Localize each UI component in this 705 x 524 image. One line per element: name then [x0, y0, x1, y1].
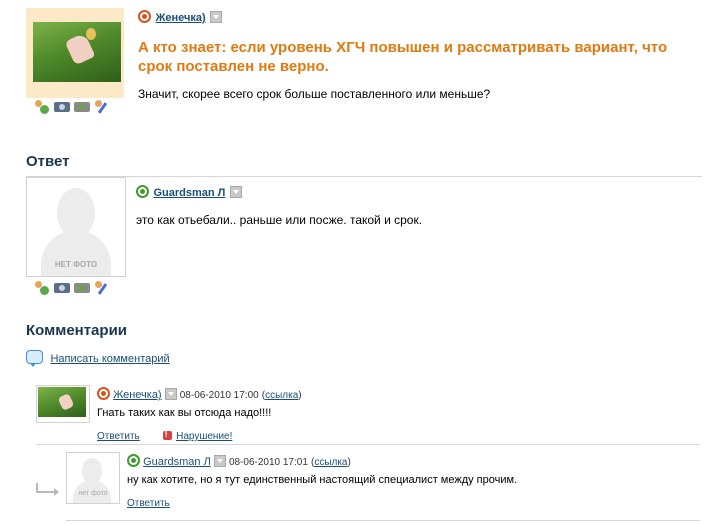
- comment-author-avatar[interactable]: [36, 385, 90, 423]
- answer-author-link[interactable]: Guardsman Л: [153, 187, 225, 199]
- reply-link[interactable]: Ответить: [97, 431, 140, 442]
- avatar-photo: [38, 387, 86, 417]
- dropdown-icon[interactable]: [229, 186, 242, 198]
- video-icon[interactable]: [74, 102, 90, 112]
- dropdown-icon[interactable]: [210, 11, 223, 23]
- camera-icon[interactable]: [54, 283, 70, 293]
- video-icon[interactable]: [74, 283, 90, 293]
- comment-permalink[interactable]: ссылка: [265, 390, 298, 401]
- blog-icon[interactable]: [94, 100, 110, 114]
- reply-link[interactable]: Ответить: [127, 498, 170, 509]
- answer-author-avatar[interactable]: НЕТ ФОТО: [26, 177, 126, 277]
- comment-author-link[interactable]: Женечка): [113, 389, 162, 401]
- reply-arrow-icon: [36, 483, 59, 496]
- answer-heading: Ответ: [26, 153, 70, 170]
- comment-divider: [36, 444, 700, 445]
- comment-header: Женечка) 08-06-2010 17:00 (ссылка): [97, 387, 302, 401]
- nophoto-body: [41, 230, 111, 276]
- link-paren-close: ): [298, 390, 302, 401]
- question-author-line: Женечка): [138, 8, 223, 26]
- nophoto-label: нет фото: [78, 490, 108, 497]
- comment-icon[interactable]: [26, 350, 43, 367]
- question-author-link[interactable]: Женечка): [155, 12, 205, 24]
- answer-author-icons: [34, 281, 110, 295]
- blog-icon[interactable]: [94, 281, 110, 295]
- mail-icon[interactable]: [136, 185, 149, 198]
- mail-icon[interactable]: [97, 387, 110, 400]
- avatar-figure: [57, 393, 75, 411]
- friends-icon[interactable]: [34, 100, 50, 114]
- question-body: Значит, скорее всего срок больше поставл…: [138, 87, 491, 101]
- mail-icon[interactable]: [138, 10, 151, 23]
- answer-author-line: Guardsman Л: [136, 183, 242, 201]
- comment-text: Гнать таких как вы отсюда надо!!!!: [97, 407, 272, 419]
- reply-header: Guardsman Л 08-06-2010 17:01 (ссылка): [127, 454, 351, 468]
- reply-date: 08-06-2010 17:01: [228, 457, 308, 468]
- camera-icon[interactable]: [54, 102, 70, 112]
- question-title: А кто знает: если уровень ХГЧ повышен и …: [138, 39, 668, 75]
- avatar-hair: [86, 28, 96, 40]
- question-author-icons: [34, 100, 110, 114]
- write-comment-row: Написать комментарий: [26, 349, 170, 367]
- reply-divider: [66, 520, 700, 521]
- comment-date: 08-06-2010 17:00: [179, 390, 259, 401]
- question-author-avatar[interactable]: [33, 22, 121, 82]
- dropdown-icon[interactable]: [213, 455, 226, 467]
- nophoto-label: НЕТ ФОТО: [54, 260, 98, 269]
- dropdown-icon[interactable]: [164, 388, 177, 400]
- answer-divider: [26, 176, 702, 177]
- friends-icon[interactable]: [34, 281, 50, 295]
- answer-text: это как отьебали.. раньше или посже. так…: [136, 213, 423, 227]
- reply-author-link[interactable]: Guardsman Л: [143, 456, 211, 468]
- mail-icon[interactable]: [127, 454, 140, 467]
- reply-text: ну как хотите, но я тут единственный нас…: [127, 474, 518, 486]
- reply-author-avatar[interactable]: нет фото: [66, 452, 120, 504]
- reply-permalink[interactable]: ссылка: [314, 457, 347, 468]
- reply-actions: Ответить: [127, 493, 170, 511]
- write-comment-link[interactable]: Написать комментарий: [50, 353, 169, 365]
- comments-heading: Комментарии: [26, 322, 128, 339]
- link-paren-close: ): [347, 457, 351, 468]
- violation-icon[interactable]: [162, 429, 172, 440]
- comment-actions: Ответить Нарушение!: [97, 426, 232, 444]
- report-link[interactable]: Нарушение!: [176, 431, 232, 442]
